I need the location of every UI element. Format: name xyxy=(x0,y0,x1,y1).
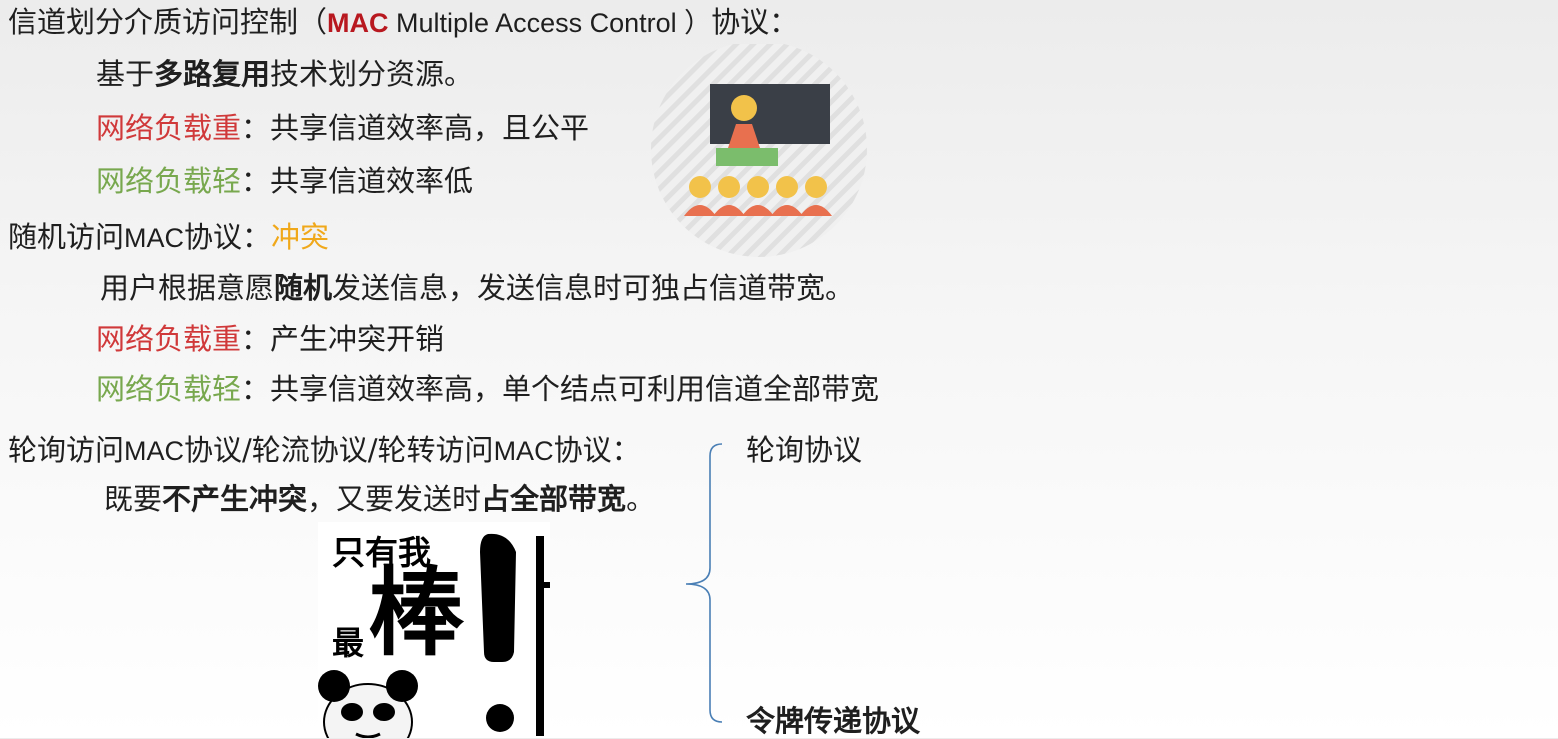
section2-heavy-text: ：产生冲突开销 xyxy=(241,322,445,356)
section2-title-suffix: 协议： xyxy=(184,220,272,254)
section2-desc-bold: 随机 xyxy=(274,271,333,305)
section3-title-mac1: MAC xyxy=(124,436,185,466)
section3-desc-prefix: 既要 xyxy=(104,482,163,516)
branch-token-passing-protocol: 令牌传递协议 xyxy=(746,704,921,738)
section1-title-mac: MAC xyxy=(327,8,389,38)
section2-title-prefix: 随机访问 xyxy=(8,220,125,254)
section2-heavy: 网络负载重：产生冲突开销 xyxy=(96,321,444,357)
section1-basis-suffix: 技术划分资源。 xyxy=(270,57,474,91)
section3-title-part1: 轮询访问 xyxy=(8,433,125,467)
section2-heavy-label: 网络负载重 xyxy=(96,322,242,356)
section2-desc: 用户根据意愿随机发送信息，发送信息时可独占信道带宽。 xyxy=(100,270,854,306)
section3-title-part2: 协议/轮流协议/轮转访问 xyxy=(184,433,494,467)
section1-title-suffix: 协议： xyxy=(711,5,799,39)
panda-face-icon xyxy=(318,670,418,738)
section1-heavy-label: 网络负载重 xyxy=(96,111,242,145)
section1-light-label: 网络负载轻 xyxy=(96,164,242,198)
brace-connector xyxy=(682,438,742,728)
section2-desc-prefix: 用户根据意愿 xyxy=(100,271,275,305)
classroom-presentation-icon xyxy=(648,41,870,258)
section3-desc-suffix: 。 xyxy=(626,482,656,516)
section3-desc-bold1: 不产生冲突 xyxy=(162,482,308,516)
branch-polling-protocol: 轮询协议 xyxy=(746,433,863,467)
section1-basis-bold: 多路复用 xyxy=(154,57,271,91)
section1-title: 信道划分介质访问控制（MAC Multiple Access Control ）… xyxy=(8,4,798,41)
section2-title-highlight: 冲突 xyxy=(271,220,330,254)
section2-light: 网络负载轻：共享信道效率高，单个结点可利用信道全部带宽 xyxy=(96,371,879,407)
section2-light-text: ：共享信道效率高，单个结点可利用信道全部带宽 xyxy=(241,372,880,406)
section1-heavy-text: ：共享信道效率高，且公平 xyxy=(241,111,590,145)
section3-desc-middle: ，又要发送时 xyxy=(307,482,482,516)
section3-title-part3: 协议： xyxy=(553,433,641,467)
section1-title-prefix: 信道划分介质访问控制（ xyxy=(8,5,328,39)
section3-title: 轮询访问MAC协议/轮流协议/轮转访问MAC协议： xyxy=(8,432,641,469)
section1-heavy: 网络负载重：共享信道效率高，且公平 xyxy=(96,110,589,146)
section3-desc-bold2: 占全部带宽 xyxy=(481,482,627,516)
section1-title-en: Multiple Access Control ） xyxy=(388,8,712,38)
exclamation-icon xyxy=(318,533,550,738)
section2-desc-suffix: 发送信息，发送信息时可独占信道带宽。 xyxy=(332,271,855,305)
section1-light-text: ：共享信道效率低 xyxy=(241,164,474,198)
panda-meme-image: 只有我 最 棒 xyxy=(318,522,550,738)
section1-basis-prefix: 基于 xyxy=(96,57,155,91)
section2-title: 随机访问MAC协议：冲突 xyxy=(8,219,329,256)
section3-title-mac2: MAC xyxy=(493,436,554,466)
section2-light-label: 网络负载轻 xyxy=(96,372,242,406)
section2-title-mac: MAC xyxy=(124,223,185,253)
section1-light: 网络负载轻：共享信道效率低 xyxy=(96,163,473,199)
section1-basis: 基于多路复用技术划分资源。 xyxy=(96,56,473,92)
section3-desc: 既要不产生冲突，又要发送时占全部带宽。 xyxy=(104,481,655,517)
